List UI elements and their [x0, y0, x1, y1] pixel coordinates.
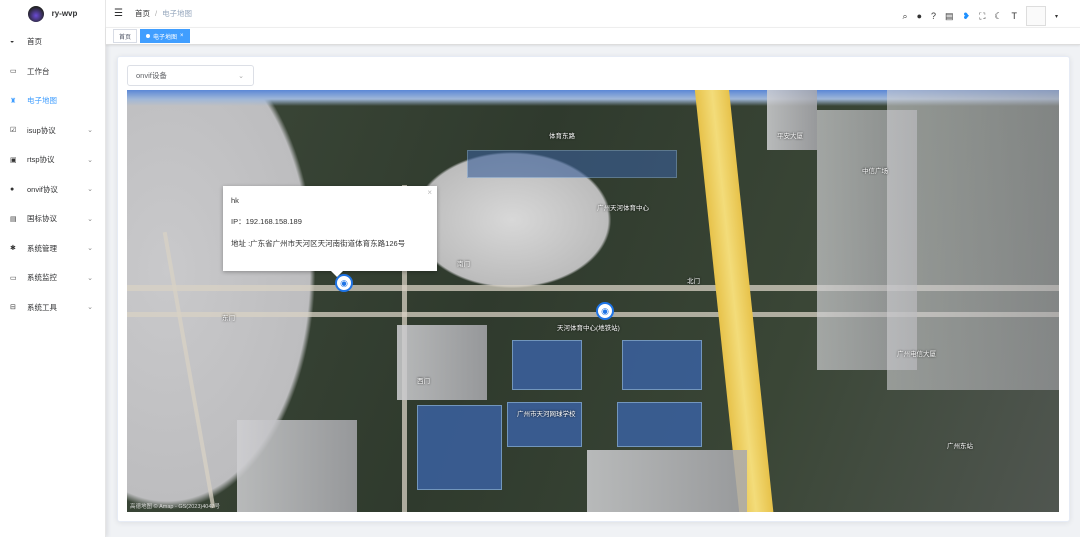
device-type-select[interactable]: onvif设备 ⌄ [127, 65, 254, 86]
chevron-down-icon: ⌄ [87, 274, 93, 282]
fullscreen-icon[interactable]: ⛶ [979, 11, 985, 22]
hamburger-icon[interactable]: ☰ [114, 8, 123, 19]
video-icon: ▣ [10, 156, 17, 164]
breadcrumb-home[interactable]: 首页 [135, 9, 150, 18]
active-dot-icon [146, 34, 151, 38]
dashboard-icon: ◒ [10, 38, 15, 46]
sidebar-item-label: 工作台 [27, 66, 50, 76]
sidebar-item-label: 国标协议 [27, 214, 57, 224]
map-canvas[interactable]: 体育东路 广州天河体育中心 中信广场 平安大厦 广州电信大厦 广州市天河网球学校… [127, 90, 1059, 512]
map-label: 广州电信大厦 [897, 351, 936, 358]
chevron-down-icon: ⌄ [87, 304, 93, 312]
sidebar-item-label: 电子地图 [27, 96, 57, 106]
tags-view: 首页 电子地图 × [106, 27, 1080, 45]
caret-down-icon[interactable]: ▾ [1055, 13, 1058, 20]
navbar: ☰ 首页 / 电子地图 ⌕ ● ? ▤ ❥ ⛶ ☾ T ▾ [106, 0, 1080, 27]
sidebar-item[interactable]: ☑ isup协议 ⌄ [0, 116, 105, 146]
monitor-icon: ▭ [10, 68, 17, 76]
sidebar-item-label: onvif协议 [27, 184, 58, 194]
breadcrumb-current: 电子地图 [162, 9, 193, 18]
moon-icon[interactable]: ☾ [994, 11, 1002, 22]
map-attribution: 高德地图 © Amap - GS(2023)4047号 [130, 504, 220, 510]
sidebar-item-label: 系统工具 [27, 302, 57, 312]
tag-label: 电子地图 [153, 34, 178, 41]
bird-icon[interactable]: ❥ [963, 11, 971, 22]
sidebar-item[interactable]: ▭ 工作台 [0, 57, 105, 87]
map-label: 北门 [687, 278, 700, 285]
camera-icon: ● [10, 185, 15, 193]
map-label: 广州东站 [947, 443, 973, 450]
device-ip: IP：192.168.158.189 [231, 217, 302, 226]
map-label: 东门 [222, 315, 235, 322]
chevron-down-icon: ⌄ [87, 156, 93, 164]
sidebar-item[interactable]: ▣ rtsp协议 ⌄ [0, 145, 105, 175]
sidebar-item[interactable]: ● onvif协议 ⌄ [0, 175, 105, 205]
toolbox-icon: ⊟ [10, 304, 16, 312]
avatar[interactable] [1025, 6, 1046, 26]
tag-label: 首页 [119, 34, 132, 41]
map-icon: ♜ [10, 97, 17, 105]
sidebar-item-label: 首页 [27, 37, 42, 47]
map-label: 体育东路 [549, 133, 575, 140]
sidebar-item[interactable]: ♜ 电子地图 [0, 86, 105, 116]
sidebar-item[interactable]: ✱ 系统管理 ⌄ [0, 234, 105, 264]
sidebar-item[interactable]: ▤ 国标协议 ⌄ [0, 204, 105, 234]
github-icon[interactable]: ● [917, 11, 922, 21]
gear-icon: ✱ [10, 245, 16, 253]
list-icon: ▤ [10, 215, 17, 223]
chevron-down-icon: ⌄ [87, 245, 93, 253]
sidebar-item-label: 系统管理 [27, 243, 57, 253]
chevron-down-icon: ⌄ [87, 127, 93, 135]
chevron-down-icon: ⌄ [238, 72, 244, 80]
select-value: onvif设备 [136, 71, 167, 80]
map-label: 广州市天河网球学校 [517, 411, 576, 418]
app-logo[interactable]: ry-wvp [0, 0, 105, 27]
device-address: 地址 :广东省广州市天河区天河南街道体育东路126号 [231, 239, 406, 248]
map-label: 西门 [417, 378, 430, 385]
close-icon[interactable]: × [180, 33, 184, 39]
sidebar-item-label: 系统监控 [27, 273, 57, 283]
message-icon[interactable]: ▤ [945, 11, 954, 22]
device-name: hk [231, 196, 239, 205]
sidebar: ry-wvp ◒ 首页 ▭ 工作台 ♜ 电子地图 ☑ isup协议 ⌄ ▣ rtsp协议 ⌄ ● onvi… [0, 0, 106, 537]
chevron-down-icon: ⌄ [87, 186, 93, 194]
checkbox-icon: ☑ [10, 127, 17, 135]
close-icon[interactable]: × [427, 188, 432, 197]
map-label: 平安大厦 [777, 133, 803, 140]
font-size-icon[interactable]: T [1011, 11, 1017, 21]
sidebar-item-label: rtsp协议 [27, 155, 55, 165]
tag-map[interactable]: 电子地图 × [140, 29, 190, 43]
monitor-icon: ▭ [10, 274, 17, 282]
chevron-down-icon: ⌄ [87, 215, 93, 223]
search-icon[interactable]: ⌕ [903, 11, 908, 22]
map-label: 南门 [457, 261, 470, 268]
sidebar-item[interactable]: ▭ 系统监控 ⌄ [0, 263, 105, 293]
camera-marker-icon[interactable]: ◉ [596, 302, 614, 320]
tag-home[interactable]: 首页 [113, 29, 138, 43]
logo-icon [27, 5, 44, 22]
map-label: 广州天河体育中心 [597, 205, 649, 212]
help-icon[interactable]: ? [931, 11, 936, 21]
map-card: onvif设备 ⌄ 体育东路 广州天河体育中心 中信广场 平安大厦 广州电信大厦… [117, 56, 1070, 522]
map-label: 天河体育中心(地铁站) [557, 325, 620, 332]
device-info-popup: × hk IP：192.168.158.189 地址 :广东省广州市天河区天河南… [223, 186, 437, 277]
sidebar-item-label: isup协议 [27, 125, 56, 135]
map-label: 中信广场 [862, 168, 888, 175]
sidebar-item[interactable]: ◒ 首页 [0, 27, 105, 57]
breadcrumb: 首页 / 电子地图 [135, 8, 192, 19]
app-name: ry-wvp [51, 9, 78, 18]
breadcrumb-separator: / [154, 9, 158, 18]
sidebar-item[interactable]: ⊟ 系统工具 ⌄ [0, 293, 105, 323]
